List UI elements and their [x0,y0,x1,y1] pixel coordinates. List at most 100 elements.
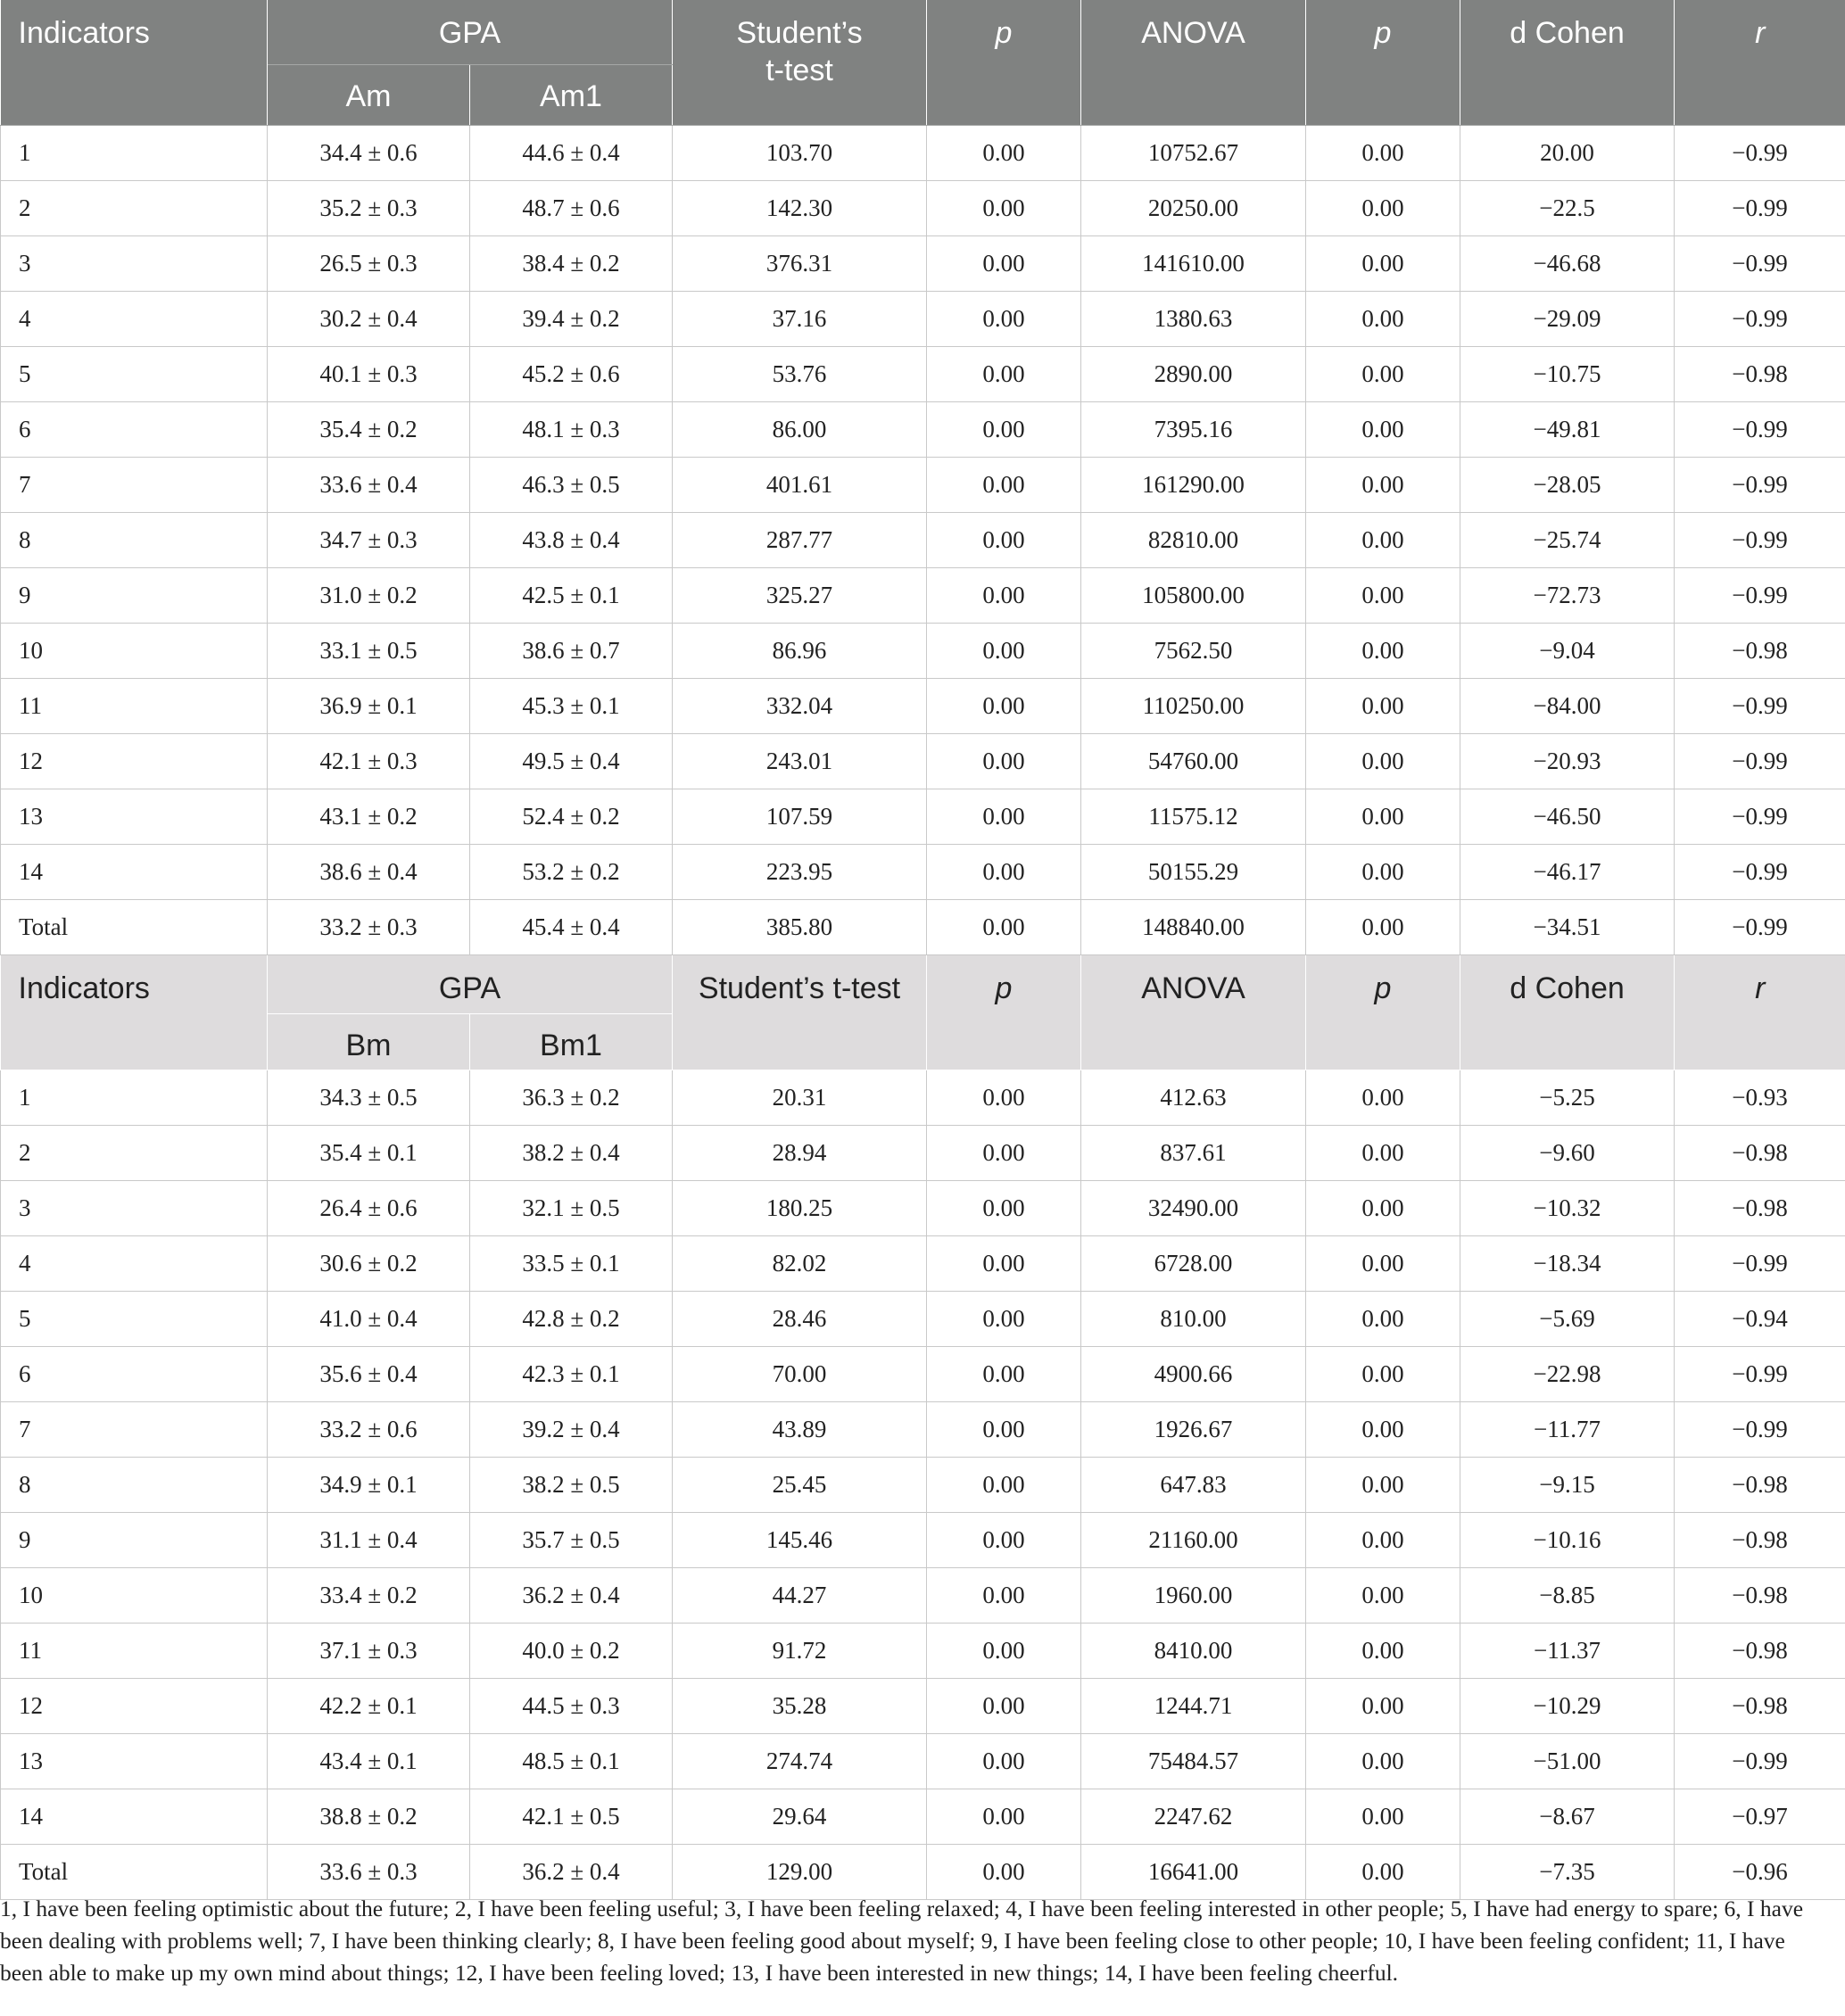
cell-ttest: 44.27 [672,1567,927,1624]
cell-d-cohen: −20.93 [1460,733,1675,789]
cell-p-anova: 0.00 [1305,1844,1460,1900]
cell-r: −0.98 [1674,1623,1845,1679]
cell-gpa-pre: 26.5 ± 0.3 [267,235,470,292]
cell-ttest: 332.04 [672,678,927,734]
cell-indicator: 12 [0,1678,268,1734]
cell-indicator: 6 [0,1346,268,1402]
cell-ttest: 20.31 [672,1070,927,1126]
cell-d-cohen: 20.00 [1460,125,1675,181]
cell-gpa-pre: 33.2 ± 0.3 [267,899,470,955]
cell-gpa-pre: 33.6 ± 0.3 [267,1844,470,1900]
cell-r: −0.99 [1674,789,1845,845]
table-row: 11 37.1 ± 0.3 40.0 ± 0.2 91.72 0.00 8410.00 0.… [0,1623,1845,1679]
cell-d-cohen: −7.35 [1460,1844,1675,1900]
cell-gpa-pre: 38.8 ± 0.2 [267,1789,470,1845]
col-p-header: p [926,0,1081,126]
cell-r: −0.99 [1674,899,1845,955]
cell-p-anova: 0.00 [1305,346,1460,402]
cell-gpa-pre: 41.0 ± 0.4 [267,1291,470,1347]
cell-p-anova: 0.00 [1305,1235,1460,1292]
cell-p-ttest: 0.00 [926,844,1081,900]
cell-anova: 16641.00 [1080,1844,1306,1900]
cell-p-ttest: 0.00 [926,1567,1081,1624]
cell-r: −0.99 [1674,457,1845,513]
cell-p-ttest: 0.00 [926,346,1081,402]
table-row: 5 40.1 ± 0.3 45.2 ± 0.6 53.76 0.00 2890.00 0.0… [0,346,1845,402]
cell-p-ttest: 0.00 [926,1457,1081,1513]
col-ttest-header: Student’s t-test [672,0,927,126]
cell-indicator: 8 [0,1457,268,1513]
cell-d-cohen: −46.50 [1460,789,1675,845]
cell-r: −0.98 [1674,1678,1845,1734]
cell-ttest: 243.01 [672,733,927,789]
col-gpa-header-b: GPA [267,954,673,1014]
cell-d-cohen: −11.37 [1460,1623,1675,1679]
cell-p-ttest: 0.00 [926,1070,1081,1126]
table-row: 13 43.1 ± 0.2 52.4 ± 0.2 107.59 0.00 11575.12… [0,789,1845,845]
cell-p-anova: 0.00 [1305,899,1460,955]
cell-anova: 54760.00 [1080,733,1306,789]
cell-ttest: 129.00 [672,1844,927,1900]
cell-indicator: Total [0,899,268,955]
cell-indicator: 1 [0,125,268,181]
cell-indicator: 10 [0,623,268,679]
cell-p-anova: 0.00 [1305,678,1460,734]
cell-indicator: 9 [0,1512,268,1568]
cell-anova: 7562.50 [1080,623,1306,679]
cell-r: −0.99 [1674,567,1845,624]
cell-gpa-pre: 33.2 ± 0.6 [267,1401,470,1458]
cell-indicator: 4 [0,291,268,347]
cell-d-cohen: −51.00 [1460,1733,1675,1789]
cell-r: −0.96 [1674,1844,1845,1900]
cell-r: −0.94 [1674,1291,1845,1347]
cell-r: −0.99 [1674,401,1845,458]
section-a-rows: 1 34.4 ± 0.6 44.6 ± 0.4 103.70 0.00 10752.67 0… [0,125,1845,955]
cell-gpa-post: 44.6 ± 0.4 [469,125,673,181]
cell-gpa-post: 38.4 ± 0.2 [469,235,673,292]
cell-d-cohen: −46.17 [1460,844,1675,900]
cell-r: −0.99 [1674,1401,1845,1458]
table-row: 7 33.2 ± 0.6 39.2 ± 0.4 43.89 0.00 1926.67 0.0… [0,1401,1845,1458]
cell-gpa-post: 42.3 ± 0.1 [469,1346,673,1402]
cell-p-ttest: 0.00 [926,1623,1081,1679]
cell-p-ttest: 0.00 [926,1346,1081,1402]
cell-gpa-post: 36.2 ± 0.4 [469,1567,673,1624]
cell-ttest: 103.70 [672,125,927,181]
cell-anova: 32490.00 [1080,1180,1306,1236]
cell-anova: 6728.00 [1080,1235,1306,1292]
cell-r: −0.99 [1674,125,1845,181]
cell-d-cohen: −9.04 [1460,623,1675,679]
cell-ttest: 25.45 [672,1457,927,1513]
cell-indicator: 13 [0,1733,268,1789]
cell-gpa-pre: 35.4 ± 0.2 [267,401,470,458]
col-r-header-b: r [1674,954,1845,1070]
cell-ttest: 145.46 [672,1512,927,1568]
cell-gpa-pre: 34.4 ± 0.6 [267,125,470,181]
table-row: 10 33.4 ± 0.2 36.2 ± 0.4 44.27 0.00 1960.00 0.… [0,1567,1845,1624]
cell-d-cohen: −18.34 [1460,1235,1675,1292]
cell-d-cohen: −10.32 [1460,1180,1675,1236]
cell-ttest: 107.59 [672,789,927,845]
cell-indicator: 12 [0,733,268,789]
cell-indicator: 14 [0,1789,268,1845]
cell-gpa-post: 44.5 ± 0.3 [469,1678,673,1734]
cell-ttest: 274.74 [672,1733,927,1789]
cell-d-cohen: −10.16 [1460,1512,1675,1568]
cell-p-anova: 0.00 [1305,235,1460,292]
cell-d-cohen: −28.05 [1460,457,1675,513]
cell-r: −0.97 [1674,1789,1845,1845]
cell-ttest: 91.72 [672,1623,927,1679]
cell-gpa-post: 52.4 ± 0.2 [469,789,673,845]
table-row: Total 33.2 ± 0.3 45.4 ± 0.4 385.80 0.00 14884… [0,899,1845,955]
cell-gpa-pre: 35.6 ± 0.4 [267,1346,470,1402]
cell-indicator: 5 [0,1291,268,1347]
cell-p-anova: 0.00 [1305,401,1460,458]
cell-gpa-pre: 33.4 ± 0.2 [267,1567,470,1624]
cell-p-anova: 0.00 [1305,1789,1460,1845]
cell-indicator: 3 [0,1180,268,1236]
table-row: 3 26.5 ± 0.3 38.4 ± 0.2 376.31 0.00 141610.00… [0,235,1845,292]
cell-ttest: 53.76 [672,346,927,402]
cell-gpa-post: 46.3 ± 0.5 [469,457,673,513]
cell-ttest: 385.80 [672,899,927,955]
cell-anova: 4900.66 [1080,1346,1306,1402]
